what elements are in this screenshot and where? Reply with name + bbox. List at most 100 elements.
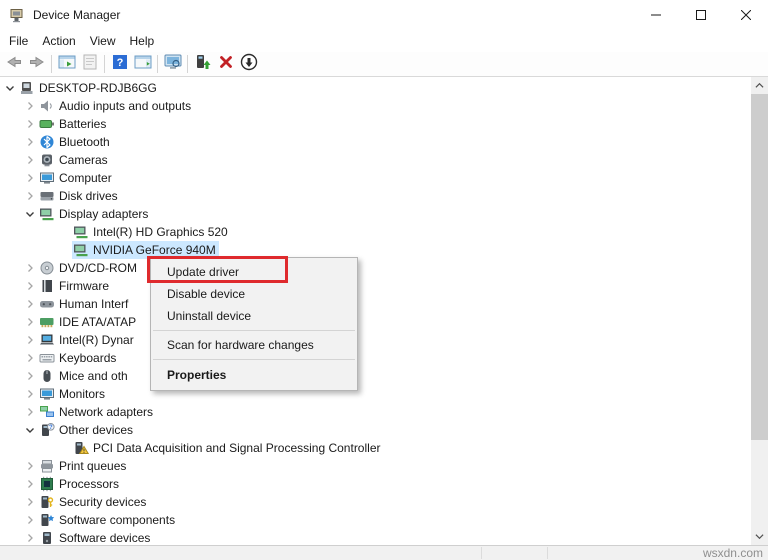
context-menu-item-uninstall-device[interactable]: Uninstall device (151, 305, 357, 327)
expander-collapsed-icon[interactable] (22, 260, 38, 276)
tree-item-human-interf[interactable]: Human Interf (0, 295, 751, 313)
expander-collapsed-icon[interactable] (22, 134, 38, 150)
tree-item-computer[interactable]: Computer (0, 169, 751, 187)
expander-collapsed-icon[interactable] (22, 296, 38, 312)
show-action-pane-button[interactable] (131, 53, 154, 75)
scroll-up-button[interactable] (751, 77, 768, 94)
scrollbar-thumb[interactable] (751, 94, 768, 440)
maximize-button[interactable] (678, 0, 723, 30)
row-content[interactable]: Network adapters (38, 403, 156, 421)
row-content[interactable]: Disk drives (38, 187, 121, 205)
expander-collapsed-icon[interactable] (22, 278, 38, 294)
expander-collapsed-icon[interactable] (22, 368, 38, 384)
tree-item-intel-r-hd-graphics-520[interactable]: Intel(R) HD Graphics 520 (0, 223, 751, 241)
row-content[interactable]: IDE ATA/ATAP (38, 313, 139, 331)
expander-collapsed-icon[interactable] (22, 386, 38, 402)
expander-collapsed-icon[interactable] (22, 476, 38, 492)
vertical-scrollbar[interactable] (751, 77, 768, 545)
menu-help[interactable]: Help (123, 32, 162, 50)
tree-item-disk-drives[interactable]: Disk drives (0, 187, 751, 205)
tree-item-bluetooth[interactable]: Bluetooth (0, 133, 751, 151)
back-button[interactable] (2, 53, 25, 75)
row-content[interactable]: Human Interf (38, 295, 131, 313)
row-content[interactable]: Bluetooth (38, 133, 113, 151)
tree-item-batteries[interactable]: Batteries (0, 115, 751, 133)
row-content[interactable]: Intel(R) Dynar (38, 331, 137, 349)
remote-computer-button[interactable] (161, 53, 184, 75)
tree-item-network-adapters[interactable]: Network adapters (0, 403, 751, 421)
tree-item-keyboards[interactable]: Keyboards (0, 349, 751, 367)
expander-collapsed-icon[interactable] (22, 170, 38, 186)
expander-expanded-icon[interactable] (2, 80, 18, 96)
tree-item-monitors[interactable]: Monitors (0, 385, 751, 403)
uninstall-device-button[interactable] (214, 53, 237, 75)
expander-expanded-icon[interactable] (22, 206, 38, 222)
tree-item-processors[interactable]: Processors (0, 475, 751, 493)
tree-item-security-devices[interactable]: Security devices (0, 493, 751, 511)
expander-collapsed-icon[interactable] (22, 494, 38, 510)
tree-item-cameras[interactable]: Cameras (0, 151, 751, 169)
expander-collapsed-icon[interactable] (22, 350, 38, 366)
mouse-icon (39, 368, 55, 384)
tree-item-dvd-cd-rom[interactable]: DVD/CD-ROM (0, 259, 751, 277)
expander-collapsed-icon[interactable] (22, 314, 38, 330)
expander-expanded-icon[interactable] (22, 422, 38, 438)
expander-collapsed-icon[interactable] (22, 404, 38, 420)
tree-item-audio-inputs-and-outputs[interactable]: Audio inputs and outputs (0, 97, 751, 115)
tree-item-firmware[interactable]: Firmware (0, 277, 751, 295)
row-content[interactable]: Cameras (38, 151, 111, 169)
tree-item-software-devices[interactable]: Software devices (0, 529, 751, 545)
close-button[interactable] (723, 0, 768, 30)
menu-action[interactable]: Action (35, 32, 82, 50)
row-content[interactable]: Display adapters (38, 205, 151, 223)
tree-item-software-components[interactable]: Software components (0, 511, 751, 529)
tree-item-other-devices[interactable]: ? Other devices (0, 421, 751, 439)
row-content[interactable]: Software components (38, 511, 178, 529)
forward-button[interactable] (25, 53, 48, 75)
row-content[interactable]: Audio inputs and outputs (38, 97, 194, 115)
row-content[interactable]: DVD/CD-ROM (38, 259, 140, 277)
help-button[interactable]: ? (108, 53, 131, 75)
row-content[interactable]: Keyboards (38, 349, 119, 367)
menu-file[interactable]: File (2, 32, 35, 50)
expander-collapsed-icon[interactable] (22, 98, 38, 114)
update-driver-button[interactable] (191, 53, 214, 75)
expander-collapsed-icon[interactable] (22, 530, 38, 545)
row-content[interactable]: Intel(R) HD Graphics 520 (72, 223, 231, 241)
tree-item-print-queues[interactable]: Print queues (0, 457, 751, 475)
minimize-button[interactable] (633, 0, 678, 30)
context-menu-item-properties[interactable]: Properties (151, 363, 357, 387)
scan-hardware-changes-button[interactable] (237, 53, 260, 75)
expander-collapsed-icon[interactable] (22, 116, 38, 132)
row-content[interactable]: ? Other devices (38, 421, 136, 439)
tree-item-ide-ata-atap[interactable]: IDE ATA/ATAP (0, 313, 751, 331)
properties-button[interactable] (78, 53, 101, 75)
row-content[interactable]: Batteries (38, 115, 109, 133)
tree-item-nvidia-geforce-940m[interactable]: NVIDIA GeForce 940M (0, 241, 751, 259)
row-content[interactable]: Security devices (38, 493, 149, 511)
row-content[interactable]: Monitors (38, 385, 108, 403)
expander-collapsed-icon[interactable] (22, 188, 38, 204)
row-content[interactable]: PCI Data Acquisition and Signal Processi… (72, 439, 383, 457)
expander-collapsed-icon[interactable] (22, 332, 38, 348)
menu-view[interactable]: View (83, 32, 123, 50)
row-content[interactable]: Processors (38, 475, 122, 493)
tree-item-mice-and-oth[interactable]: Mice and oth (0, 367, 751, 385)
tree-item-display-adapters[interactable]: Display adapters (0, 205, 751, 223)
show-console-tree-button[interactable] (55, 53, 78, 75)
context-menu-item-disable-device[interactable]: Disable device (151, 283, 357, 305)
expander-collapsed-icon[interactable] (22, 152, 38, 168)
row-content[interactable]: DESKTOP-RDJB6GG (18, 79, 160, 97)
row-content[interactable]: Computer (38, 169, 115, 187)
row-content[interactable]: Mice and oth (38, 367, 131, 385)
tree-item-intel-r-dynar[interactable]: Intel(R) Dynar (0, 331, 751, 349)
row-content[interactable]: Software devices (38, 529, 153, 545)
tree-item-desktop-rdjb6gg[interactable]: DESKTOP-RDJB6GG (0, 79, 751, 97)
row-content[interactable]: Print queues (38, 457, 129, 475)
scroll-down-button[interactable] (751, 528, 768, 545)
expander-collapsed-icon[interactable] (22, 458, 38, 474)
row-content[interactable]: Firmware (38, 277, 112, 295)
tree-item-pci-data-acquisition-and-signal-processing-controller[interactable]: PCI Data Acquisition and Signal Processi… (0, 439, 751, 457)
context-menu-item-scan-for-hardware-changes[interactable]: Scan for hardware changes (151, 334, 357, 356)
expander-collapsed-icon[interactable] (22, 512, 38, 528)
